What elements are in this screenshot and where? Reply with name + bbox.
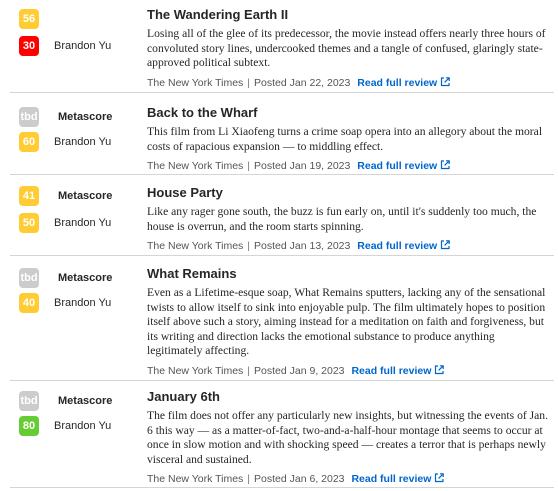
external-link-icon — [435, 364, 445, 374]
meta-separator: | — [247, 160, 251, 172]
movie-title[interactable]: House Party — [147, 185, 552, 201]
review-summary: This film from Li Xiaofeng turns a crime… — [147, 125, 543, 153]
posted-date: Posted Jan 22, 2023 — [254, 76, 351, 89]
review-meta: The New York Times | Posted Jan 19, 2023 R… — [147, 159, 552, 173]
meta-separator: | — [247, 76, 251, 89]
metascore-row: tbd Metascore — [19, 107, 112, 127]
external-link-icon — [441, 160, 451, 170]
critic-score-row: 60 Brandon Yu — [19, 132, 111, 152]
review-card: 56 30 Brandon Yu The Wandering Earth II … — [10, 0, 554, 93]
metascore-badge[interactable]: tbd — [19, 107, 39, 127]
review-meta: The New York Times | Posted Jan 6, 2023 Re… — [147, 472, 552, 486]
review-body: The Wandering Earth II Losing all of the… — [147, 7, 552, 90]
review-body: House Party Like any rager gone south, t… — [147, 185, 552, 253]
read-full-review-link[interactable]: Read full review — [357, 240, 451, 252]
posted-date: Posted Jan 19, 2023 — [254, 160, 351, 172]
review-body: What Remains Even as a Lifetime-esque so… — [147, 266, 552, 378]
metascore-label: Metascore — [58, 190, 113, 202]
publication-name: The New York Times — [147, 160, 244, 172]
metascore-row: tbd Metascore — [19, 268, 112, 288]
critic-score-row: 40 Brandon Yu — [19, 293, 111, 313]
external-link-icon — [441, 76, 451, 86]
review-body: January 6th The film does not offer any … — [147, 389, 552, 486]
critic-score-row: 50 Brandon Yu — [19, 213, 111, 233]
publication-name: The New York Times — [147, 240, 244, 252]
publication-name: The New York Times — [147, 364, 244, 377]
metascore-row: 56 — [19, 9, 39, 29]
read-full-review-label: Read full review — [351, 364, 432, 377]
read-full-review-link[interactable]: Read full review — [351, 364, 445, 377]
critic-name[interactable]: Brandon Yu — [54, 420, 111, 432]
critic-name[interactable]: Brandon Yu — [54, 297, 111, 309]
critic-score-badge: 30 — [19, 36, 39, 56]
movie-title[interactable]: What Remains — [147, 266, 552, 282]
meta-separator: | — [247, 364, 251, 377]
meta-separator: | — [247, 473, 251, 485]
metascore-row: 41 Metascore — [19, 186, 112, 206]
movie-title[interactable]: January 6th — [147, 389, 552, 405]
critic-score-row: 80 Brandon Yu — [19, 416, 111, 436]
review-card: 41 Metascore 50 Brandon Yu House Party L… — [10, 175, 554, 256]
critic-score-badge: 50 — [19, 213, 39, 233]
meta-separator: | — [247, 240, 251, 252]
publication-name: The New York Times — [147, 76, 244, 89]
read-full-review-label: Read full review — [357, 240, 438, 252]
read-full-review-link[interactable]: Read full review — [357, 160, 451, 172]
review-summary: Even as a Lifetime-esque soap, What Rema… — [147, 286, 546, 357]
critic-score-badge: 40 — [19, 293, 39, 313]
metascore-badge[interactable]: 56 — [19, 9, 39, 29]
critic-score-badge: 60 — [19, 132, 39, 152]
review-card: tbd Metascore 80 Brandon Yu January 6th … — [10, 381, 554, 488]
review-meta: The New York Times | Posted Jan 22, 2023 R… — [147, 76, 552, 90]
posted-date: Posted Jan 9, 2023 — [254, 364, 345, 377]
movie-title[interactable]: Back to the Wharf — [147, 105, 552, 121]
movie-title[interactable]: The Wandering Earth II — [147, 7, 552, 23]
read-full-review-link[interactable]: Read full review — [357, 76, 451, 89]
metascore-badge[interactable]: tbd — [19, 391, 39, 411]
critic-score-badge: 80 — [19, 416, 39, 436]
review-card: tbd Metascore 40 Brandon Yu What Remains… — [10, 256, 554, 381]
read-full-review-label: Read full review — [357, 76, 438, 89]
review-meta: The New York Times | Posted Jan 9, 2023 Re… — [147, 364, 552, 378]
read-full-review-label: Read full review — [351, 473, 432, 485]
external-link-icon — [441, 240, 451, 250]
posted-date: Posted Jan 13, 2023 — [254, 240, 351, 252]
review-summary: The film does not offer any particularly… — [147, 409, 548, 466]
metascore-badge[interactable]: tbd — [19, 268, 39, 288]
critic-name[interactable]: Brandon Yu — [54, 217, 111, 229]
review-meta: The New York Times | Posted Jan 13, 2023 R… — [147, 239, 552, 253]
read-full-review-link[interactable]: Read full review — [351, 473, 445, 485]
metascore-row: tbd Metascore — [19, 391, 112, 411]
external-link-icon — [435, 473, 445, 483]
posted-date: Posted Jan 6, 2023 — [254, 473, 345, 485]
metascore-label: Metascore — [58, 111, 113, 123]
review-summary: Like any rager gone south, the buzz is f… — [147, 205, 537, 233]
publication-name: The New York Times — [147, 473, 244, 485]
review-card: tbd Metascore 60 Brandon Yu Back to the … — [10, 93, 554, 175]
critic-name[interactable]: Brandon Yu — [54, 40, 111, 52]
read-full-review-label: Read full review — [357, 160, 438, 172]
critic-name[interactable]: Brandon Yu — [54, 136, 111, 148]
metascore-label: Metascore — [58, 272, 113, 284]
review-body: Back to the Wharf This film from Li Xiao… — [147, 105, 552, 173]
metascore-label: Metascore — [58, 395, 113, 407]
review-summary: Losing all of the glee of its predecesso… — [147, 27, 546, 69]
metascore-badge[interactable]: 41 — [19, 186, 39, 206]
critic-score-row: 30 Brandon Yu — [19, 36, 111, 56]
